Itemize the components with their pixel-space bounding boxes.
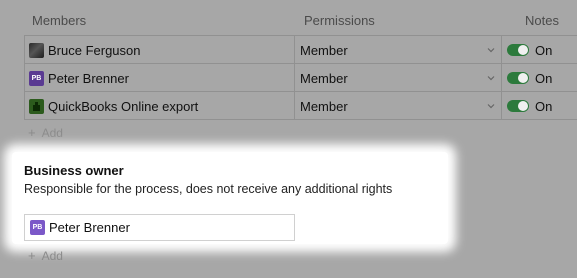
avatar — [29, 42, 44, 58]
business-owner-description: Responsible for the process, does not re… — [24, 182, 393, 196]
table-row: Bruce Ferguson Member On — [24, 36, 577, 64]
table-row: PB Peter Brenner Member On — [24, 64, 577, 92]
toggle-switch[interactable] — [507, 100, 529, 112]
permission-select[interactable]: Member — [294, 92, 501, 120]
notes-toggle[interactable]: On — [501, 64, 577, 92]
members-column-header: Members — [32, 13, 87, 28]
business-owner-value: Peter Brenner — [49, 220, 130, 235]
business-owner-field[interactable]: PB Peter Brenner — [24, 214, 295, 241]
member-name: Peter Brenner — [48, 70, 129, 86]
notes-status: On — [535, 98, 553, 114]
permission-select[interactable]: Member — [294, 64, 501, 92]
add-label: Add — [41, 125, 63, 140]
avatar: PB — [29, 70, 44, 86]
permission-value: Member — [300, 98, 348, 114]
table-row: QuickBooks Online export Member On — [24, 92, 577, 120]
add-owner-button[interactable]: + Add — [28, 248, 63, 263]
permission-value: Member — [300, 42, 348, 58]
avatar: PB — [30, 220, 45, 235]
add-member-button[interactable]: + Add — [28, 125, 63, 140]
members-table: Bruce Ferguson Member On PB Peter Brenne… — [24, 35, 577, 120]
quickbooks-icon — [29, 98, 44, 114]
member-cell[interactable]: QuickBooks Online export — [24, 92, 294, 120]
permission-value: Member — [300, 70, 348, 86]
notes-column-header: Notes — [525, 13, 559, 28]
plus-icon: + — [28, 248, 36, 263]
member-name: Bruce Ferguson — [48, 42, 141, 58]
chevron-down-icon — [487, 104, 495, 109]
chevron-down-icon — [487, 76, 495, 81]
notes-toggle[interactable]: On — [501, 92, 577, 120]
member-name: QuickBooks Online export — [48, 98, 199, 114]
notes-status: On — [535, 70, 553, 86]
business-owner-title: Business owner — [24, 163, 124, 178]
member-cell[interactable]: PB Peter Brenner — [24, 64, 294, 92]
plus-icon: + — [28, 125, 36, 140]
permission-select[interactable]: Member — [294, 36, 501, 64]
chevron-down-icon — [487, 48, 495, 53]
notes-toggle[interactable]: On — [501, 36, 577, 64]
toggle-switch[interactable] — [507, 72, 529, 84]
permissions-column-header: Permissions — [304, 13, 375, 28]
toggle-switch[interactable] — [507, 44, 529, 56]
member-cell[interactable]: Bruce Ferguson — [24, 36, 294, 64]
notes-status: On — [535, 42, 553, 58]
add-label: Add — [41, 248, 63, 263]
